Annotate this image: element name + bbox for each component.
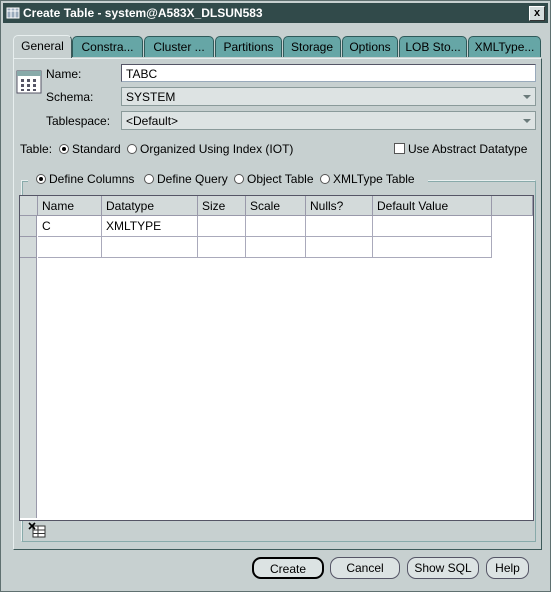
cell-datatype[interactable]: XMLTYPE — [102, 216, 198, 237]
tab-options[interactable]: Options — [342, 36, 398, 57]
title-bar: Create Table - system@A583X_DLSUN583 x — [3, 3, 548, 23]
table-type-label: Table: — [20, 142, 53, 156]
tab-strip: General Constra... Cluster ... Partition… — [13, 35, 543, 59]
row-header[interactable] — [20, 216, 37, 237]
iot-radio[interactable] — [127, 144, 137, 154]
create-table-window: Create Table - system@A583X_DLSUN583 x G… — [0, 0, 551, 592]
tab-general[interactable]: General — [13, 35, 72, 59]
column-header-nulls[interactable]: Nulls? — [306, 196, 373, 216]
abstract-datatype-checkbox[interactable] — [394, 143, 405, 154]
show-sql-button[interactable]: Show SQL — [407, 557, 479, 579]
window-title: Create Table - system@A583X_DLSUN583 — [23, 6, 263, 20]
database-table-icon — [6, 7, 20, 19]
tab-storage[interactable]: Storage — [283, 36, 341, 57]
cell-size[interactable] — [198, 237, 246, 258]
tab-cluster[interactable]: Cluster ... — [144, 36, 214, 57]
cell-default-value[interactable] — [373, 216, 492, 237]
column-header-datatype[interactable]: Datatype — [102, 196, 198, 216]
table-icon — [16, 70, 42, 94]
cell-nulls[interactable] — [306, 237, 373, 258]
define-query-label: Define Query — [157, 172, 228, 186]
standard-label: Standard — [72, 142, 121, 156]
cancel-button[interactable]: Cancel — [330, 557, 400, 579]
tablespace-label: Tablespace: — [46, 114, 111, 128]
column-header-scale[interactable]: Scale — [246, 196, 306, 216]
define-query-radio[interactable] — [144, 174, 154, 184]
schema-select[interactable]: SYSTEM — [121, 87, 536, 106]
close-button[interactable]: x — [529, 6, 545, 21]
define-columns-label: Define Columns — [49, 172, 135, 186]
xmltype-table-radio[interactable] — [320, 174, 330, 184]
grid-corner — [20, 196, 38, 216]
help-button[interactable]: Help — [486, 557, 529, 579]
name-field[interactable]: TABC — [121, 64, 536, 82]
cell-name[interactable]: C — [38, 216, 102, 237]
cell-name[interactable] — [38, 237, 102, 258]
object-table-radio[interactable] — [234, 174, 244, 184]
chevron-down-icon — [523, 95, 531, 99]
tab-constraints[interactable]: Constra... — [72, 36, 143, 57]
tab-xmltype[interactable]: XMLType... — [468, 36, 541, 57]
tablespace-value: <Default> — [126, 114, 179, 128]
cell-scale[interactable] — [246, 216, 306, 237]
iot-label: Organized Using Index (IOT) — [140, 142, 294, 156]
column-header-default-value[interactable]: Default Value — [373, 196, 492, 216]
delete-row-icon[interactable] — [28, 522, 46, 538]
schema-label: Schema: — [46, 90, 94, 104]
tab-partitions[interactable]: Partitions — [215, 36, 282, 57]
column-header-name[interactable]: Name — [38, 196, 102, 216]
cell-nulls[interactable] — [306, 216, 373, 237]
create-button[interactable]: Create — [252, 557, 324, 579]
column-header-filler — [492, 196, 533, 216]
columns-grid[interactable]: Name Datatype Size Scale Nulls? Default … — [19, 195, 534, 521]
standard-radio[interactable] — [59, 144, 69, 154]
object-table-label: Object Table — [247, 172, 314, 186]
tablespace-select[interactable]: <Default> — [121, 111, 536, 130]
define-columns-radio[interactable] — [36, 174, 46, 184]
xmltype-table-label: XMLType Table — [333, 172, 415, 186]
row-header[interactable] — [20, 237, 37, 258]
cell-scale[interactable] — [246, 237, 306, 258]
schema-value: SYSTEM — [126, 90, 176, 104]
cell-datatype[interactable] — [102, 237, 198, 258]
name-label: Name: — [46, 67, 82, 81]
chevron-down-icon — [523, 119, 531, 123]
abstract-datatype-label: Use Abstract Datatype — [408, 142, 528, 156]
column-header-size[interactable]: Size — [198, 196, 246, 216]
cell-size[interactable] — [198, 216, 246, 237]
tab-lob-storage[interactable]: LOB Sto... — [399, 36, 467, 57]
row-header-filler — [20, 258, 37, 518]
cell-default-value[interactable] — [373, 237, 492, 258]
